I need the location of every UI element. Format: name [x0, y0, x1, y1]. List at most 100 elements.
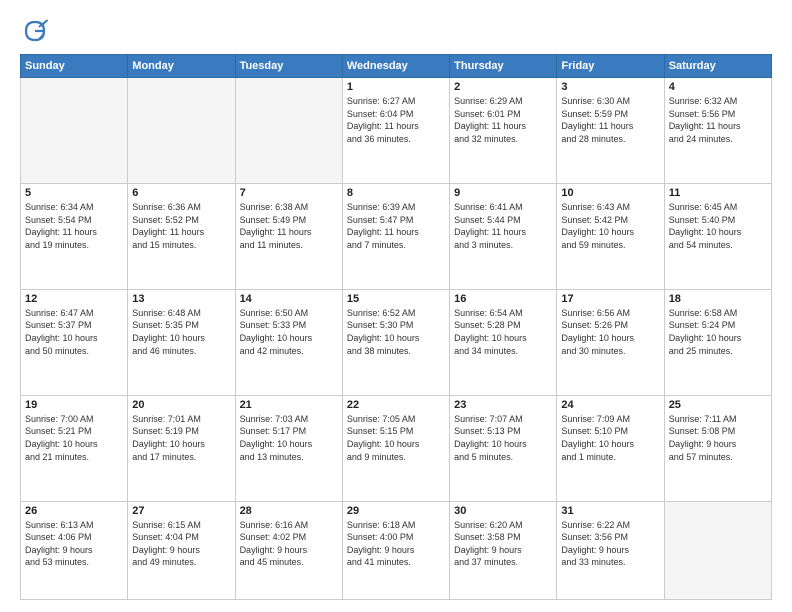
day-number: 27: [132, 505, 230, 517]
day-info: Sunrise: 6:43 AM Sunset: 5:42 PM Dayligh…: [561, 201, 659, 251]
calendar-cell: 22 Sunrise: 7:05 AM Sunset: 5:15 PM Dayli…: [342, 395, 449, 501]
calendar-week-5: 26Sunrise: 6:13 AM Sunset: 4:06 PM Dayli…: [21, 501, 772, 599]
day-number: 31: [561, 505, 659, 517]
calendar-cell: 30 Sunrise: 6:20 AM Sunset: 3:58 PM Dayli…: [450, 501, 557, 599]
day-info: Sunrise: 6:18 AM Sunset: 4:00 PM Dayligh…: [347, 519, 445, 569]
calendar-cell: 2 Sunrise: 6:29 AM Sunset: 6:01 PM Daylig…: [450, 78, 557, 184]
calendar-cell: 29 Sunrise: 6:18 AM Sunset: 4:00 PM Dayli…: [342, 501, 449, 599]
day-info: Sunrise: 6:38 AM Sunset: 5:49 PM Dayligh…: [240, 201, 338, 251]
calendar-cell: [664, 501, 771, 599]
day-number: 14: [240, 293, 338, 305]
calendar-cell: 14 Sunrise: 6:50 AM Sunset: 5:33 PM Dayli…: [235, 289, 342, 395]
calendar-cell: 27Sunrise: 6:15 AM Sunset: 4:04 PM Dayli…: [128, 501, 235, 599]
day-number: 11: [669, 187, 767, 199]
day-number: 5: [25, 187, 123, 199]
calendar-cell: 3 Sunrise: 6:30 AM Sunset: 5:59 PM Daylig…: [557, 78, 664, 184]
day-number: 17: [561, 293, 659, 305]
calendar-header-row: SundayMondayTuesdayWednesdayThursdayFrid…: [21, 55, 772, 78]
day-number: 30: [454, 505, 552, 517]
day-header-monday: Monday: [128, 55, 235, 78]
day-info: Sunrise: 7:11 AM Sunset: 5:08 PM Dayligh…: [669, 413, 767, 463]
day-number: 6: [132, 187, 230, 199]
day-number: 25: [669, 399, 767, 411]
calendar-week-2: 5 Sunrise: 6:34 AM Sunset: 5:54 PM Daylig…: [21, 183, 772, 289]
calendar-cell: [21, 78, 128, 184]
day-info: Sunrise: 6:56 AM Sunset: 5:26 PM Dayligh…: [561, 307, 659, 357]
calendar-cell: 18Sunrise: 6:58 AM Sunset: 5:24 PM Dayli…: [664, 289, 771, 395]
header: [20, 16, 772, 46]
day-info: Sunrise: 6:54 AM Sunset: 5:28 PM Dayligh…: [454, 307, 552, 357]
day-number: 28: [240, 505, 338, 517]
day-info: Sunrise: 6:16 AM Sunset: 4:02 PM Dayligh…: [240, 519, 338, 569]
day-number: 4: [669, 81, 767, 93]
logo: [20, 16, 54, 46]
day-number: 23: [454, 399, 552, 411]
day-number: 20: [132, 399, 230, 411]
day-number: 3: [561, 81, 659, 93]
day-number: 1: [347, 81, 445, 93]
calendar-cell: 19 Sunrise: 7:00 AM Sunset: 5:21 PM Dayli…: [21, 395, 128, 501]
calendar-cell: 17 Sunrise: 6:56 AM Sunset: 5:26 PM Dayli…: [557, 289, 664, 395]
logo-icon: [20, 16, 50, 46]
day-number: 29: [347, 505, 445, 517]
calendar-cell: 26Sunrise: 6:13 AM Sunset: 4:06 PM Dayli…: [21, 501, 128, 599]
day-header-saturday: Saturday: [664, 55, 771, 78]
day-number: 15: [347, 293, 445, 305]
calendar-cell: 23 Sunrise: 7:07 AM Sunset: 5:13 PM Dayli…: [450, 395, 557, 501]
day-number: 10: [561, 187, 659, 199]
day-info: Sunrise: 6:29 AM Sunset: 6:01 PM Dayligh…: [454, 95, 552, 145]
calendar-cell: 12 Sunrise: 6:47 AM Sunset: 5:37 PM Dayli…: [21, 289, 128, 395]
day-info: Sunrise: 6:39 AM Sunset: 5:47 PM Dayligh…: [347, 201, 445, 251]
calendar-cell: [128, 78, 235, 184]
calendar-cell: 9 Sunrise: 6:41 AM Sunset: 5:44 PM Daylig…: [450, 183, 557, 289]
day-info: Sunrise: 7:01 AM Sunset: 5:19 PM Dayligh…: [132, 413, 230, 463]
calendar-cell: 25 Sunrise: 7:11 AM Sunset: 5:08 PM Dayli…: [664, 395, 771, 501]
calendar-cell: 21 Sunrise: 7:03 AM Sunset: 5:17 PM Dayli…: [235, 395, 342, 501]
calendar-table: SundayMondayTuesdayWednesdayThursdayFrid…: [20, 54, 772, 600]
day-info: Sunrise: 6:27 AM Sunset: 6:04 PM Dayligh…: [347, 95, 445, 145]
day-header-wednesday: Wednesday: [342, 55, 449, 78]
day-info: Sunrise: 6:36 AM Sunset: 5:52 PM Dayligh…: [132, 201, 230, 251]
day-number: 7: [240, 187, 338, 199]
calendar-cell: [235, 78, 342, 184]
day-info: Sunrise: 6:48 AM Sunset: 5:35 PM Dayligh…: [132, 307, 230, 357]
day-info: Sunrise: 7:00 AM Sunset: 5:21 PM Dayligh…: [25, 413, 123, 463]
calendar-cell: 20 Sunrise: 7:01 AM Sunset: 5:19 PM Dayli…: [128, 395, 235, 501]
day-info: Sunrise: 6:47 AM Sunset: 5:37 PM Dayligh…: [25, 307, 123, 357]
day-info: Sunrise: 6:50 AM Sunset: 5:33 PM Dayligh…: [240, 307, 338, 357]
day-info: Sunrise: 6:34 AM Sunset: 5:54 PM Dayligh…: [25, 201, 123, 251]
calendar-cell: 8 Sunrise: 6:39 AM Sunset: 5:47 PM Daylig…: [342, 183, 449, 289]
day-info: Sunrise: 7:09 AM Sunset: 5:10 PM Dayligh…: [561, 413, 659, 463]
calendar-week-1: 1 Sunrise: 6:27 AM Sunset: 6:04 PM Daylig…: [21, 78, 772, 184]
day-info: Sunrise: 7:03 AM Sunset: 5:17 PM Dayligh…: [240, 413, 338, 463]
day-number: 13: [132, 293, 230, 305]
calendar-cell: 10 Sunrise: 6:43 AM Sunset: 5:42 PM Dayli…: [557, 183, 664, 289]
day-number: 16: [454, 293, 552, 305]
calendar-cell: 1 Sunrise: 6:27 AM Sunset: 6:04 PM Daylig…: [342, 78, 449, 184]
calendar-cell: 16 Sunrise: 6:54 AM Sunset: 5:28 PM Dayli…: [450, 289, 557, 395]
calendar-cell: 13 Sunrise: 6:48 AM Sunset: 5:35 PM Dayli…: [128, 289, 235, 395]
calendar-cell: 11 Sunrise: 6:45 AM Sunset: 5:40 PM Dayli…: [664, 183, 771, 289]
day-number: 21: [240, 399, 338, 411]
calendar-cell: 28 Sunrise: 6:16 AM Sunset: 4:02 PM Dayli…: [235, 501, 342, 599]
day-number: 12: [25, 293, 123, 305]
day-number: 2: [454, 81, 552, 93]
day-number: 19: [25, 399, 123, 411]
calendar-cell: 5 Sunrise: 6:34 AM Sunset: 5:54 PM Daylig…: [21, 183, 128, 289]
day-number: 22: [347, 399, 445, 411]
day-info: Sunrise: 6:45 AM Sunset: 5:40 PM Dayligh…: [669, 201, 767, 251]
day-info: Sunrise: 6:52 AM Sunset: 5:30 PM Dayligh…: [347, 307, 445, 357]
day-number: 9: [454, 187, 552, 199]
day-header-tuesday: Tuesday: [235, 55, 342, 78]
day-info: Sunrise: 7:07 AM Sunset: 5:13 PM Dayligh…: [454, 413, 552, 463]
calendar-cell: 7 Sunrise: 6:38 AM Sunset: 5:49 PM Daylig…: [235, 183, 342, 289]
day-header-thursday: Thursday: [450, 55, 557, 78]
day-info: Sunrise: 6:41 AM Sunset: 5:44 PM Dayligh…: [454, 201, 552, 251]
day-info: Sunrise: 6:20 AM Sunset: 3:58 PM Dayligh…: [454, 519, 552, 569]
calendar-week-3: 12 Sunrise: 6:47 AM Sunset: 5:37 PM Dayli…: [21, 289, 772, 395]
day-info: Sunrise: 6:13 AM Sunset: 4:06 PM Dayligh…: [25, 519, 123, 569]
day-info: Sunrise: 7:05 AM Sunset: 5:15 PM Dayligh…: [347, 413, 445, 463]
day-number: 8: [347, 187, 445, 199]
calendar-cell: 4Sunrise: 6:32 AM Sunset: 5:56 PM Daylig…: [664, 78, 771, 184]
day-info: Sunrise: 6:30 AM Sunset: 5:59 PM Dayligh…: [561, 95, 659, 145]
